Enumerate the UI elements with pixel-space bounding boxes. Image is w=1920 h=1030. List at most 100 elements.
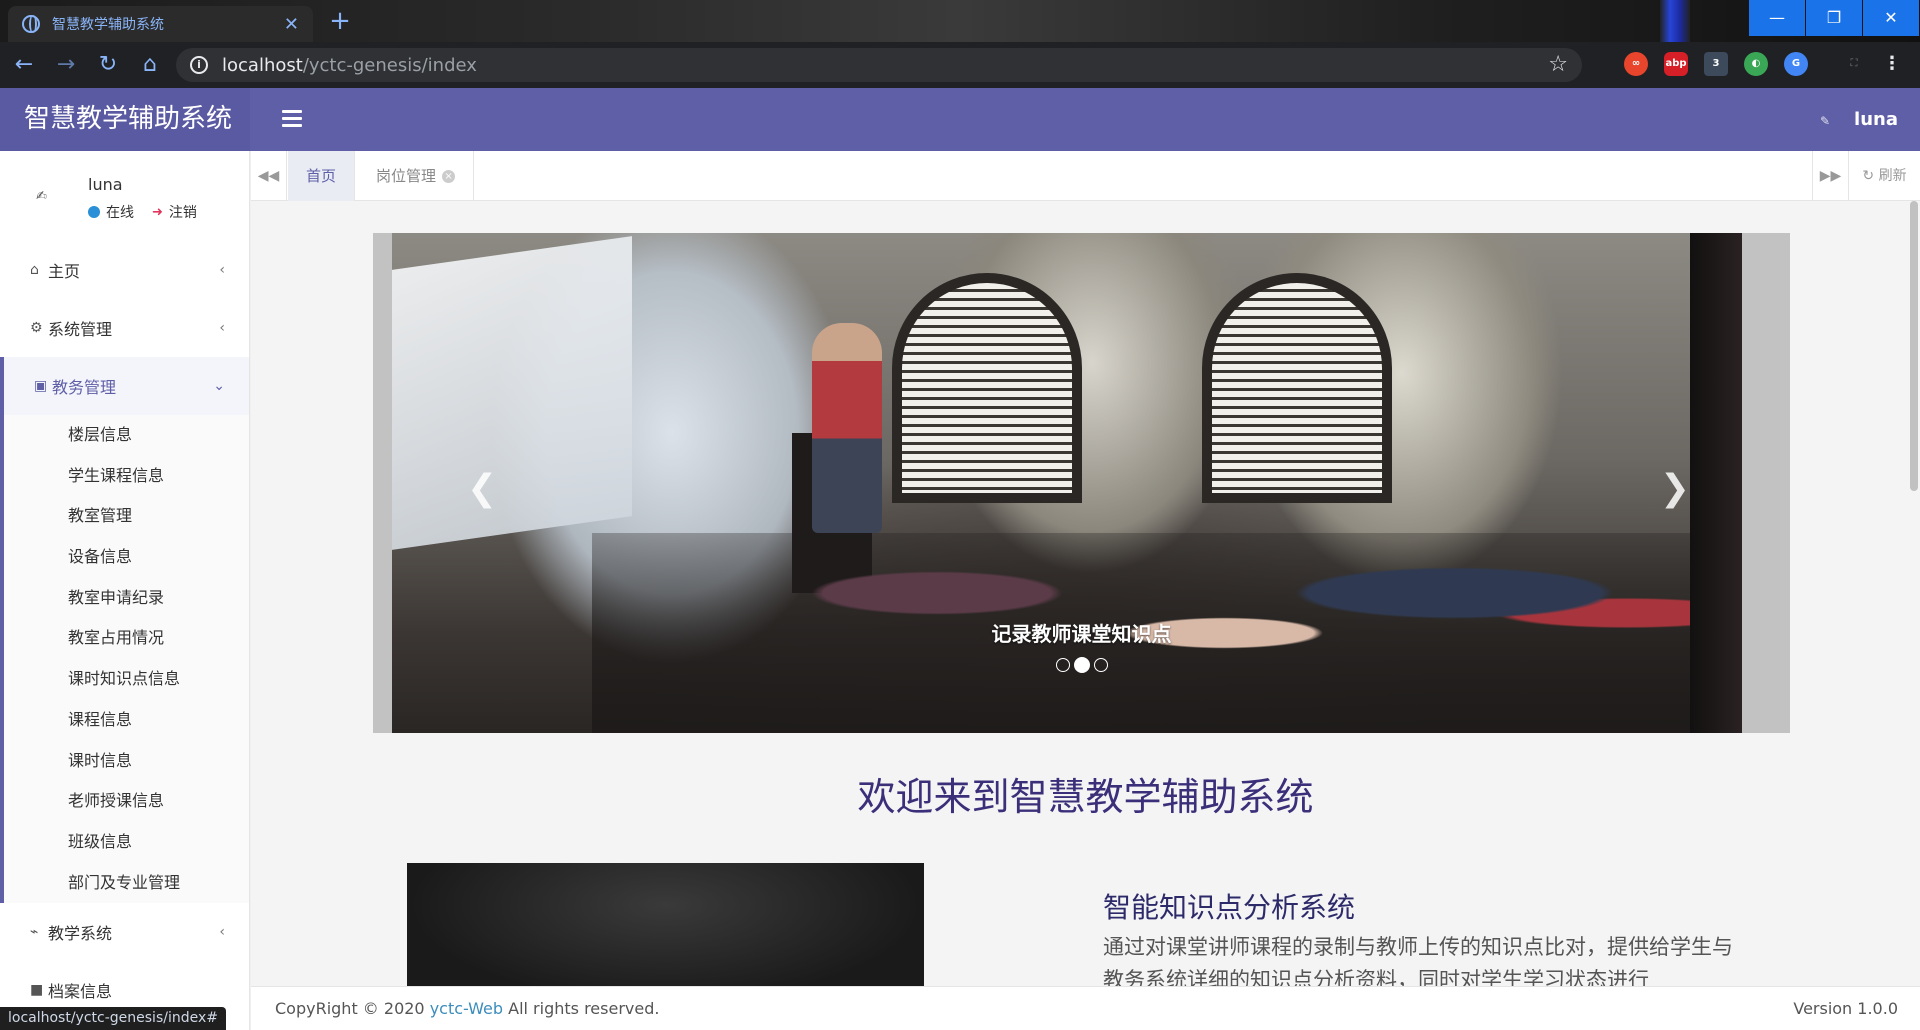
tabs-scroll-left-icon[interactable]: ◀◀ [251, 151, 287, 201]
status-bar-url: localhost/yctc-genesis/index# [0, 1007, 226, 1030]
tab-strip-right: ▶▶ ↻ 刷新 [1812, 151, 1920, 201]
sidebar-item-teaching[interactable]: ⌁ 教学系统 ‹ [0, 903, 249, 961]
sidebar-item-academic[interactable]: ▣ 教务管理 ⌄ [0, 357, 249, 415]
submenu-item-student-course[interactable]: 学生课程信息 [4, 456, 249, 497]
gear-icon: ⚙ [30, 320, 43, 336]
close-window-button[interactable]: ✕ [1863, 0, 1919, 36]
close-tab-icon[interactable]: ✕ [284, 14, 299, 35]
carousel: ❮ ❯ 记录教师课堂知识点 [373, 233, 1790, 733]
home-page-icon[interactable]: ⌂ [132, 47, 168, 83]
chevron-left-icon: ‹ [219, 924, 225, 941]
app-header: 智慧教学辅助系统 ✎ luna [0, 88, 1920, 151]
tabs-scroll-right-icon[interactable]: ▶▶ [1812, 151, 1848, 201]
carousel-indicator-active[interactable] [1073, 657, 1090, 673]
header-user-menu[interactable]: ✎ luna [1820, 88, 1898, 151]
submenu-item-course[interactable]: 课程信息 [4, 700, 249, 741]
carousel-next-icon[interactable]: ❯ [1660, 468, 1690, 509]
new-tab-button[interactable]: + [325, 6, 355, 36]
academic-submenu: 楼层信息 学生课程信息 教室管理 设备信息 教室申请纪录 教室占用情况 课时知识… [0, 415, 249, 904]
chevron-down-icon: ⌄ [213, 378, 225, 394]
carousel-indicator[interactable] [1093, 658, 1108, 672]
browser-tab-title: 智慧教学辅助系统 [52, 17, 164, 33]
submenu-item-classroom-occupancy[interactable]: 教室占用情况 [4, 618, 249, 659]
refresh-button[interactable]: ↻ 刷新 [1848, 151, 1920, 201]
sidebar-item-home[interactable]: ⌂ 主页 ‹ [0, 241, 249, 299]
browser-tab-bar: 智慧教学辅助系统 ✕ + — ❐ ✕ [0, 0, 1920, 42]
header-username: luna [1854, 109, 1898, 130]
translate-extension-icon[interactable]: G [1784, 52, 1808, 76]
user-name: luna [88, 175, 123, 194]
sidebar-toggle-icon[interactable] [282, 110, 302, 128]
online-label: 在线 [106, 205, 134, 221]
submenu-item-class[interactable]: 班级信息 [4, 822, 249, 863]
home-icon: ⌂ [30, 262, 39, 278]
sidebar-item-label: 档案信息 [48, 982, 113, 1002]
chevron-left-icon: ‹ [219, 320, 225, 336]
browser-tab[interactable]: 智慧教学辅助系统 ✕ [8, 6, 313, 42]
online-dot-icon [88, 206, 100, 218]
tab-position-management[interactable]: 岗位管理 × [358, 151, 475, 201]
submenu-item-classroom[interactable]: 教室管理 [4, 496, 249, 537]
carousel-caption: 记录教师课堂知识点 [991, 622, 1172, 646]
content-scrollbar[interactable] [1910, 201, 1918, 491]
submenu-item-lesson-knowledge[interactable]: 课时知识点信息 [4, 659, 249, 700]
tab-label: 岗位管理 [376, 167, 437, 185]
tab-home[interactable]: 首页 [288, 151, 356, 201]
submenu-item-equipment[interactable]: 设备信息 [4, 537, 249, 578]
user-panel: ✍ luna 在线 ➜ 注销 [0, 151, 249, 241]
globe-icon [22, 15, 40, 33]
infinity-extension-icon[interactable]: ∞ [1624, 52, 1648, 76]
refresh-label: 刷新 [1878, 168, 1907, 184]
minimize-button[interactable]: — [1749, 0, 1805, 36]
user-status: 在线 ➜ 注销 [88, 202, 197, 222]
wallpaper-strip [1660, 0, 1690, 42]
sidebar-item-label: 教务管理 [52, 378, 117, 397]
colorful-extension-icon[interactable]: ◐ [1744, 52, 1768, 76]
copyright-suffix: All rights reserved. [503, 999, 660, 1018]
chrome-menu-icon[interactable]: ⋮ [1880, 52, 1904, 76]
profile-icon[interactable]: ⛶ [1842, 52, 1866, 76]
back-arrow-icon[interactable]: ← [6, 47, 42, 83]
sidebar-item-label: 主页 [48, 262, 81, 281]
user-avatar-icon: ✎ [1819, 114, 1831, 128]
maximize-button[interactable]: ❐ [1806, 0, 1862, 36]
app-brand[interactable]: 智慧教学辅助系统 [0, 88, 250, 151]
welcome-heading: 欢迎来到智慧教学辅助系统 [857, 777, 1314, 819]
footer: CopyRight © 2020 yctc-Web All rights res… [251, 986, 1920, 1030]
arched-window [892, 273, 1082, 503]
sidebar-item-label: 系统管理 [48, 320, 113, 339]
close-tab-icon[interactable]: × [442, 170, 456, 183]
adblock-extension-icon[interactable]: abp [1664, 52, 1688, 76]
submenu-item-lesson[interactable]: 课时信息 [4, 741, 249, 782]
sidebar-item-system[interactable]: ⚙ 系统管理 ‹ [0, 299, 249, 357]
footer-link[interactable]: yctc-Web [430, 999, 503, 1018]
carousel-indicators [373, 657, 1790, 673]
refresh-icon: ↻ [1862, 168, 1875, 184]
logout-icon[interactable]: ➜ [152, 205, 163, 220]
projector-screen [392, 236, 632, 550]
submenu-item-classroom-request[interactable]: 教室申请纪录 [4, 578, 249, 619]
feature-title: 智能知识点分析系统 [1103, 893, 1356, 924]
content-tab-strip: ◀◀ 首页 岗位管理 × ▶▶ ↻ 刷新 [251, 151, 1920, 201]
rss-icon: ⌁ [30, 924, 39, 941]
copyright: CopyRight © 2020 yctc-Web All rights res… [275, 987, 659, 1030]
url-host: localhost [222, 54, 303, 76]
carousel-indicator[interactable] [1055, 658, 1070, 672]
reload-icon[interactable]: ↻ [90, 47, 126, 83]
archive-icon: ■ [30, 982, 44, 999]
address-bar[interactable]: i localhost/yctc-genesis/index ☆ [176, 48, 1582, 82]
submenu-item-teacher-lessons[interactable]: 老师授课信息 [4, 781, 249, 822]
info-icon[interactable]: i [190, 56, 208, 74]
arched-window [1202, 273, 1392, 503]
logout-link[interactable]: 注销 [169, 202, 197, 222]
submenu-item-floor[interactable]: 楼层信息 [4, 415, 249, 456]
main-content: ❮ ❯ 记录教师课堂知识点 欢迎来到智慧教学辅助系统 智能知识点分析系统 通过对… [251, 201, 1920, 986]
submenu-item-department[interactable]: 部门及专业管理 [4, 863, 249, 904]
forward-arrow-icon[interactable]: → [48, 47, 84, 83]
book-icon: ▣ [34, 378, 48, 394]
bookmark-star-icon[interactable]: ☆ [1548, 52, 1568, 77]
feature-description: 通过对课堂讲师课程的录制与教师上传的知识点比对，提供给学生与教务系统详细的知识点… [1103, 935, 1733, 986]
extension-badge-icon[interactable]: 3 [1704, 52, 1728, 76]
carousel-prev-icon[interactable]: ❮ [467, 468, 497, 509]
copyright-prefix: CopyRight © 2020 [275, 999, 430, 1018]
